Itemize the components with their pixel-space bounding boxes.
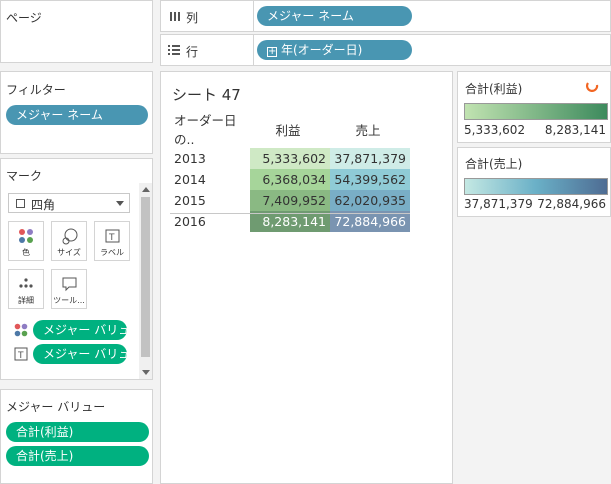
- columns-shelf[interactable]: 列 メジャー ネーム: [160, 0, 611, 32]
- detail-button[interactable]: 詳細: [8, 269, 44, 309]
- year-cell[interactable]: 2014: [170, 169, 250, 190]
- profit-gradient: [464, 103, 608, 120]
- profit-cell[interactable]: 8,283,141: [250, 211, 330, 232]
- table-row: 2016 8,283,141 72,884,966: [170, 211, 410, 232]
- tooltip-icon: [62, 277, 77, 292]
- measure-values-panel[interactable]: メジャー バリュー 合計(利益) 合計(売上): [0, 389, 153, 484]
- tooltip-label: ツール...: [53, 296, 85, 305]
- table-row: 2013 5,333,602 37,871,379: [170, 148, 410, 169]
- filter-pill-measure-names[interactable]: メジャー ネーム: [6, 105, 148, 125]
- size-button[interactable]: サイズ: [51, 221, 87, 261]
- table-row: 2014 6,368,034 54,399,562: [170, 169, 410, 190]
- column-header-profit[interactable]: 利益: [250, 110, 330, 148]
- expand-plus-icon[interactable]: +: [267, 47, 277, 57]
- rows-icon: [167, 44, 181, 59]
- filters-panel[interactable]: フィルター メジャー ネーム: [0, 71, 153, 154]
- sales-cell[interactable]: 54,399,562: [330, 169, 410, 190]
- marks-title: マーク: [6, 169, 43, 183]
- label-encoding-icon: T: [14, 347, 28, 364]
- sheet-title: シート 47: [172, 86, 241, 104]
- profit-cell[interactable]: 6,368,034: [250, 169, 330, 190]
- svg-text:T: T: [108, 233, 115, 243]
- detail-label: 詳細: [18, 296, 34, 305]
- rows-label: 行: [186, 45, 199, 59]
- scroll-down-icon[interactable]: [142, 370, 150, 375]
- measure-values-title: メジャー バリュー: [6, 400, 106, 414]
- table-bottom-border: [170, 213, 410, 214]
- mark-type-dropdown[interactable]: 四角: [8, 193, 130, 213]
- legend-menu-icon[interactable]: [585, 79, 599, 96]
- profit-cell[interactable]: 5,333,602: [250, 148, 330, 169]
- pages-panel[interactable]: ページ: [0, 0, 153, 63]
- year-cell[interactable]: 2016: [170, 211, 250, 232]
- chevron-down-icon: [116, 201, 124, 206]
- marks-field-pill-label[interactable]: メジャー バリュ...: [33, 344, 127, 364]
- marks-field-pill-color[interactable]: メジャー バリュ...: [33, 320, 127, 340]
- svg-text:T: T: [17, 351, 24, 361]
- mark-type-label: 四角: [31, 198, 56, 212]
- size-label: サイズ: [57, 248, 81, 257]
- sales-legend-title: 合計(売上): [465, 157, 523, 171]
- columns-label: 列: [186, 11, 199, 25]
- rows-pill-label: 年(オーダー日): [281, 43, 363, 57]
- header-row: オーダー日 の.. 利益 売上: [170, 110, 410, 148]
- color-label: 色: [22, 248, 30, 257]
- year-cell[interactable]: 2013: [170, 148, 250, 169]
- tooltip-button[interactable]: ツール...: [51, 269, 87, 309]
- profit-legend-min: 5,333,602: [464, 123, 526, 137]
- rows-shelf[interactable]: 行 + 年(オーダー日): [160, 34, 611, 66]
- marks-panel[interactable]: マーク 四角 色 サイズ T ラベル 詳細 ツール... メジャー バリュ...…: [0, 158, 153, 380]
- rows-pill-year[interactable]: + 年(オーダー日): [257, 40, 412, 60]
- scroll-up-icon[interactable]: [142, 187, 150, 192]
- sales-cell[interactable]: 37,871,379: [330, 148, 410, 169]
- profit-legend-max: 8,283,141: [544, 123, 606, 137]
- size-icon: [62, 228, 78, 245]
- scrollbar-thumb[interactable]: [141, 197, 150, 357]
- label-label: ラベル: [100, 248, 124, 257]
- profit-legend-title: 合計(利益): [465, 82, 523, 96]
- label-button[interactable]: T ラベル: [94, 221, 130, 261]
- sales-gradient: [464, 178, 608, 195]
- measure-value-pill-sales[interactable]: 合計(売上): [6, 446, 149, 466]
- year-cell[interactable]: 2015: [170, 190, 250, 211]
- filters-title: フィルター: [6, 83, 66, 97]
- square-mark-icon: [16, 199, 25, 208]
- color-button[interactable]: 色: [8, 221, 44, 261]
- columns-icon: [169, 10, 181, 25]
- color-encoding-icon: [14, 323, 28, 340]
- profit-cell[interactable]: 7,409,952: [250, 190, 330, 211]
- row-header[interactable]: オーダー日 の..: [170, 110, 250, 148]
- sales-cell[interactable]: 72,884,966: [330, 211, 410, 232]
- detail-icon: [19, 278, 33, 288]
- columns-pill-measure-names[interactable]: メジャー ネーム: [257, 6, 412, 26]
- sales-legend-min: 37,871,379: [464, 197, 533, 211]
- column-header-sales[interactable]: 売上: [330, 110, 410, 148]
- color-icon: [19, 229, 33, 243]
- sales-legend-max: 72,884,966: [537, 197, 606, 211]
- sales-legend[interactable]: 合計(売上) 37,871,379 72,884,966: [457, 147, 611, 217]
- pages-title: ページ: [6, 11, 42, 25]
- marks-scrollbar[interactable]: [139, 183, 152, 379]
- measure-value-pill-profit[interactable]: 合計(利益): [6, 422, 149, 442]
- text-label-icon: T: [105, 229, 120, 243]
- sales-cell[interactable]: 62,020,935: [330, 190, 410, 211]
- profit-legend[interactable]: 合計(利益) 5,333,602 8,283,141: [457, 71, 611, 143]
- table-row: 2015 7,409,952 62,020,935: [170, 190, 410, 211]
